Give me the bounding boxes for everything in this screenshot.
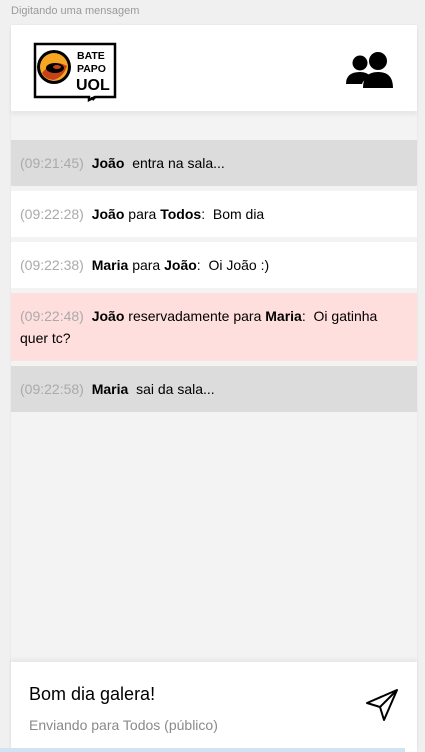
- message-time: (09:22:28): [20, 206, 84, 222]
- message-recipient: Todos: [160, 206, 202, 222]
- message-item: (09:22:38) Maria para João: Oi João :): [11, 242, 417, 288]
- bottom-line: [0, 748, 405, 752]
- message-item: (09:21:45) João entra na sala...: [11, 140, 417, 186]
- message-connector: para: [132, 257, 161, 273]
- message-item: (09:22:28) João para Todos: Bom dia: [11, 191, 417, 237]
- people-icon[interactable]: [345, 51, 395, 89]
- message-time: (09:22:48): [20, 308, 84, 324]
- message-time: (09:22:58): [20, 381, 84, 397]
- message-time: (09:22:38): [20, 257, 84, 273]
- message-sender: Maria: [91, 381, 129, 397]
- message-connector: reservadamente para: [128, 308, 262, 324]
- message-recipient: Maria: [265, 308, 302, 324]
- message-input[interactable]: [29, 684, 349, 705]
- message-time: (09:21:45): [20, 155, 84, 171]
- logo-text-uol: UOL: [76, 77, 110, 94]
- message-text: entra na sala...: [132, 155, 225, 171]
- message-connector: para: [128, 206, 157, 222]
- bate-papo-uol-logo: BATE PAPO UOL: [33, 42, 117, 102]
- message-sender: João: [91, 155, 125, 171]
- chat-screen: BATE PAPO UOL (09:21:45) João entra na s…: [11, 25, 417, 752]
- logo-text-bate: BATE: [77, 50, 105, 62]
- message-recipient: João: [164, 257, 197, 273]
- message-text: Bom dia: [212, 206, 265, 222]
- message-sender: João: [91, 206, 125, 222]
- message-text: Oi João :): [208, 257, 270, 273]
- send-icon[interactable]: [365, 688, 399, 722]
- message-text: sai da sala...: [136, 381, 215, 397]
- recipient-info: Enviando para Todos (público): [29, 717, 218, 733]
- header: BATE PAPO UOL: [11, 25, 417, 111]
- frame-label: Digitando uma mensagem: [11, 5, 140, 17]
- message-item: (09:22:48) João reservadamente para Mari…: [11, 293, 417, 361]
- message-sender: João: [91, 308, 125, 324]
- message-sender: Maria: [91, 257, 129, 273]
- message-list: (09:21:45) João entra na sala... (09:22:…: [11, 140, 417, 417]
- message-item: (09:22:58) Maria sai da sala...: [11, 366, 417, 412]
- logo-text-papo: PAPO: [77, 63, 106, 75]
- composer: Enviando para Todos (público): [11, 662, 417, 752]
